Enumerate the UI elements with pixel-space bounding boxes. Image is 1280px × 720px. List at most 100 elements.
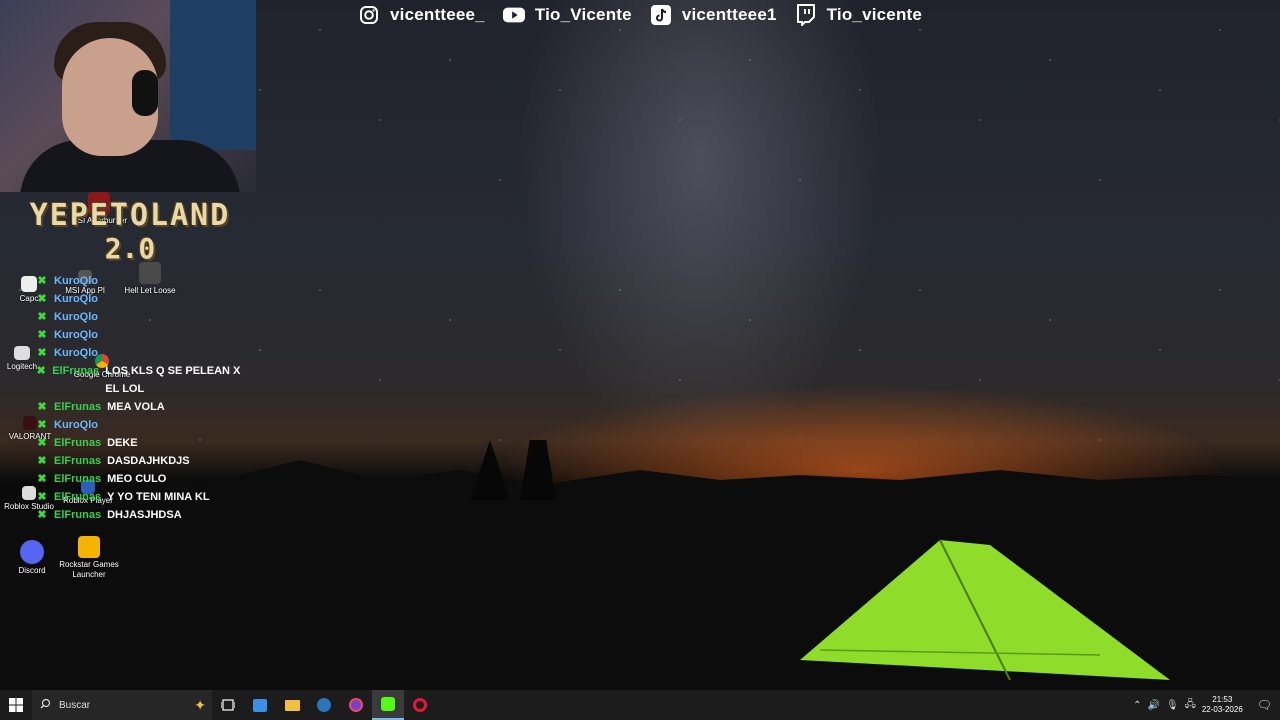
chat-username: KuroQlo <box>54 347 98 359</box>
tiktok-icon <box>650 4 672 26</box>
chat-message: ✖ ElFrunas LOS KLS Q SE PELEAN X EL LOL <box>36 362 256 398</box>
logitech-icon <box>14 346 30 360</box>
taskbar-clock[interactable]: 21:53 22-03-2026 <box>1202 695 1243 715</box>
kick-badge-icon: ✖ <box>37 419 47 431</box>
chat-username: ElFrunas <box>54 437 102 449</box>
browser-icon <box>349 698 363 712</box>
twitch-handle: Tio_vicente <box>795 4 922 26</box>
steam-icon <box>317 698 331 712</box>
rockstar-icon <box>78 536 100 558</box>
chat-message: ✖ ElFrunas DHJASJHDSA <box>36 506 256 524</box>
chat-username: ElFrunas <box>54 509 102 521</box>
chat-text: LOS KLS Q SE PELEAN X EL LOL <box>105 365 241 395</box>
chat-message: ✖ KuroQlo <box>36 416 256 434</box>
search-placeholder: Buscar <box>59 699 91 711</box>
chat-text: Y YO TENI MINA KL <box>107 491 210 503</box>
roblox-studio-icon <box>22 486 36 500</box>
youtube-label: Tio_Vicente <box>534 5 632 24</box>
chat-username: ElFrunas <box>54 473 102 485</box>
search-icon <box>40 698 51 712</box>
chat-text: MEA VOLA <box>107 401 165 413</box>
chat-message: ✖ KuroQlo <box>36 326 256 344</box>
taskbar-file-explorer[interactable] <box>276 690 308 720</box>
chat-message: ✖ KuroQlo <box>36 344 256 362</box>
chat-message: ✖ ElFrunas DEKE <box>36 434 256 452</box>
chat-username: ElFrunas <box>54 491 102 503</box>
desktop-icon-rockstar-launcher[interactable]: Rockstar Games Launcher <box>58 536 120 580</box>
valorant-icon <box>23 416 37 430</box>
speaker-icon[interactable]: 🔊 <box>1148 700 1160 711</box>
task-view-button[interactable] <box>212 690 244 720</box>
notification-icon[interactable]: 🗨 <box>1257 698 1272 712</box>
taskbar-opera-gx[interactable] <box>340 690 372 720</box>
chat-username: ElFrunas <box>52 365 100 377</box>
clock-time: 21:53 <box>1212 695 1233 704</box>
social-links-bar: vicentteee_ Tio_Vicente vicentteee1 Tio_… <box>358 2 922 28</box>
chat-username: ElFrunas <box>54 401 102 413</box>
chat-text: MEO CULO <box>107 473 167 485</box>
youtube-handle: Tio_Vicente <box>502 4 632 26</box>
stream-chat: ✖ KuroQlo ✖ KuroQlo ✖ KuroQlo ✖ KuroQlo … <box>36 272 256 524</box>
tiktok-handle: vicentteee1 <box>650 4 777 26</box>
microphone-icon[interactable]: 🎙 <box>1166 700 1179 711</box>
network-icon[interactable]: 🖧 <box>1185 697 1196 714</box>
tiktok-label: vicentteee1 <box>681 5 777 24</box>
chat-message: ✖ KuroQlo <box>36 290 256 308</box>
chat-username: KuroQlo <box>54 329 98 341</box>
instagram-label: vicentteee_ <box>390 5 485 24</box>
chat-message: ✖ ElFrunas Y YO TENI MINA KL <box>36 488 256 506</box>
kick-badge-icon: ✖ <box>37 401 47 413</box>
overlay-title-line2: 2.0 <box>104 232 156 265</box>
start-button[interactable] <box>0 690 32 720</box>
overlay-title-line1: YEPETOLAND <box>29 198 231 233</box>
chat-username: KuroQlo <box>54 311 98 323</box>
task-view-icon <box>221 699 235 711</box>
taskbar-search[interactable]: Buscar ✦ <box>32 690 212 720</box>
instagram-icon <box>358 4 380 26</box>
discord-icon <box>20 540 44 564</box>
chat-text: DHJASJHDSA <box>107 509 182 521</box>
clock-date: 22-03-2026 <box>1201 705 1243 714</box>
kick-badge-icon: ✖ <box>37 509 47 521</box>
folder-icon <box>284 699 300 711</box>
chat-username: KuroQlo <box>54 275 98 287</box>
kick-badge-icon: ✖ <box>37 311 47 323</box>
instagram-handle: vicentteee_ <box>358 4 485 26</box>
kick-badge-icon: ✖ <box>37 329 47 341</box>
capcut-icon <box>21 276 37 292</box>
desktop-icon-discord[interactable]: Discord <box>12 540 52 575</box>
twitch-icon <box>795 4 817 26</box>
twitch-label: Tio_vicente <box>826 5 923 24</box>
chat-text: DEKE <box>107 437 138 449</box>
kick-badge-icon: ✖ <box>37 437 47 449</box>
kick-badge-icon: ✖ <box>37 347 47 359</box>
kick-icon <box>381 697 395 711</box>
chat-message: ✖ KuroQlo <box>36 272 256 290</box>
chat-username: KuroQlo <box>54 293 98 305</box>
kick-badge-icon: ✖ <box>37 275 47 287</box>
webcam-feed <box>0 0 256 192</box>
windows-icon <box>9 698 23 712</box>
chat-username: KuroQlo <box>54 419 98 431</box>
kick-badge-icon: ✖ <box>37 455 47 467</box>
store-icon <box>253 698 267 712</box>
taskbar-steam[interactable] <box>308 690 340 720</box>
kick-badge-icon: ✖ <box>37 491 47 503</box>
chat-message: ✖ KuroQlo <box>36 308 256 326</box>
chevron-up-icon[interactable]: ⌃ <box>1133 700 1141 711</box>
taskbar: Buscar ✦ ⌃ 🔊 🎙 🖧 21:53 22-03-2026 🗨 <box>0 690 1280 720</box>
chat-username: ElFrunas <box>54 455 102 467</box>
kick-badge-icon: ✖ <box>37 473 47 485</box>
kick-badge-icon: ✖ <box>37 293 47 305</box>
search-highlight-icon: ✦ <box>194 696 206 713</box>
chat-message: ✖ ElFrunas DASDAJHKDJS <box>36 452 256 470</box>
kick-badge-icon: ✖ <box>36 365 46 377</box>
taskbar-opera[interactable] <box>404 690 436 720</box>
youtube-icon <box>502 4 525 26</box>
opera-icon <box>413 698 427 712</box>
taskbar-store[interactable] <box>244 690 276 720</box>
taskbar-kick[interactable] <box>372 690 404 720</box>
chat-message: ✖ ElFrunas MEA VOLA <box>36 398 256 416</box>
system-tray: ⌃ 🔊 🎙 🖧 21:53 22-03-2026 🗨 <box>1133 690 1280 720</box>
stream-title-overlay: YEPETOLAND 2.0 <box>10 198 250 264</box>
